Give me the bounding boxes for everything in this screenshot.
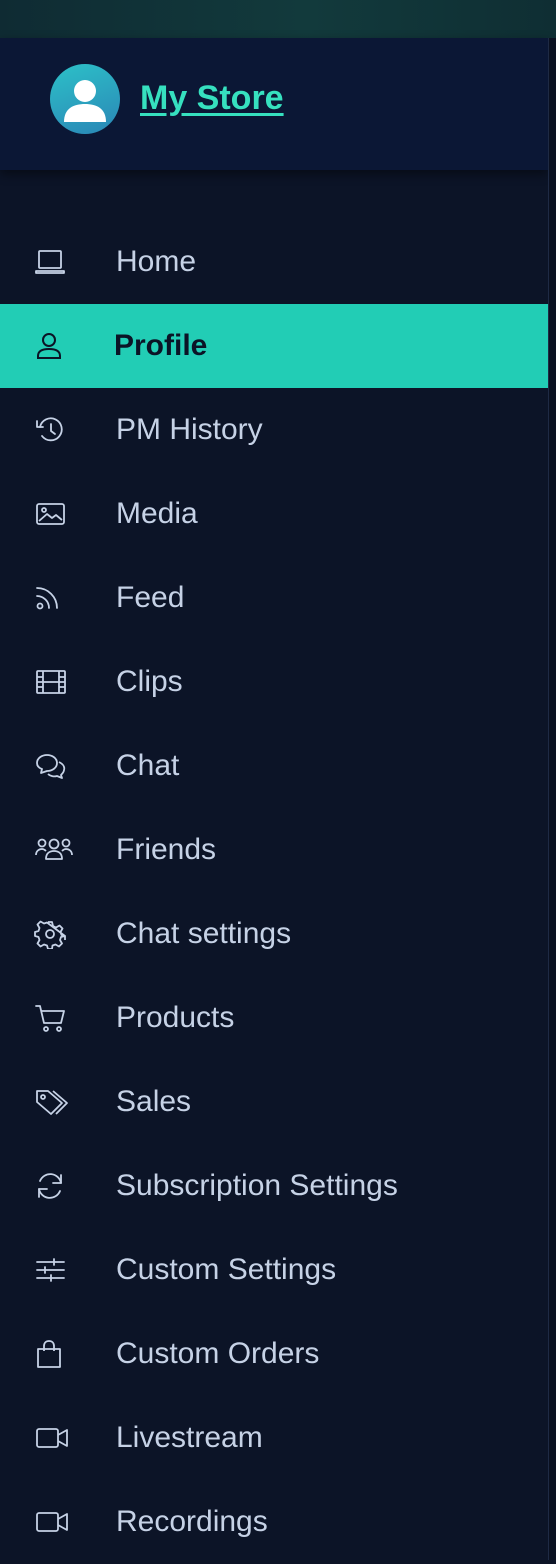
- sliders-icon: [34, 1255, 66, 1285]
- nav-item-custom-orders[interactable]: Custom Orders: [0, 1312, 548, 1396]
- users-icon: [34, 835, 73, 865]
- nav-item-friends[interactable]: Friends: [0, 808, 548, 892]
- nav-item-label: Chat settings: [116, 917, 292, 950]
- video-camera-icon: [34, 1507, 68, 1537]
- nav-item-subscription-settings[interactable]: Subscription Settings: [0, 1144, 548, 1228]
- video-camera-icon: [34, 1423, 68, 1453]
- nav-item-label: Friends: [116, 833, 217, 866]
- nav-item-clips[interactable]: Clips: [0, 640, 548, 724]
- history-icon: [34, 415, 66, 445]
- chat-bubbles-icon: [34, 751, 66, 781]
- nav-menu: Home Profile PM History Media Feed Clips…: [0, 220, 548, 1564]
- nav-item-home[interactable]: Home: [0, 220, 548, 304]
- nav-item-chat-settings[interactable]: Chat settings: [0, 892, 548, 976]
- nav-item-label: Custom Orders: [116, 1337, 320, 1370]
- nav-item-label: PM History: [116, 413, 263, 446]
- store-name-link[interactable]: My Store: [140, 78, 284, 118]
- avatar-user-icon: [64, 80, 106, 122]
- nav-item-label: Custom Settings: [116, 1253, 337, 1286]
- nav-item-label: Clips: [116, 665, 183, 698]
- nav-item-products[interactable]: Products: [0, 976, 548, 1060]
- shopping-bag-icon: [34, 1339, 66, 1369]
- nav-item-label: Products: [116, 1001, 235, 1034]
- film-icon: [34, 667, 66, 697]
- laptop-icon: [34, 247, 66, 277]
- nav-item-media[interactable]: Media: [0, 472, 548, 556]
- rss-icon: [34, 583, 66, 613]
- nav-item-label: Livestream: [116, 1421, 263, 1454]
- nav-item-recordings[interactable]: Recordings: [0, 1480, 548, 1564]
- nav-item-label: Recordings: [116, 1505, 268, 1538]
- sidebar: My Store Home Profile PM History Media F…: [0, 38, 548, 1560]
- nav-item-label: Profile: [114, 329, 208, 362]
- nav-item-livestream[interactable]: Livestream: [0, 1396, 548, 1480]
- nav-item-label: Sales: [116, 1085, 192, 1118]
- refresh-icon: [34, 1171, 66, 1201]
- nav-item-label: Home: [116, 245, 197, 278]
- scrollbar-track[interactable]: [548, 38, 556, 1560]
- gear-icon: [34, 919, 66, 949]
- nav-item-label: Feed: [116, 581, 185, 614]
- top-strip: [0, 0, 556, 38]
- nav-item-profile[interactable]: Profile: [0, 304, 548, 388]
- nav-item-chat[interactable]: Chat: [0, 724, 548, 808]
- cart-icon: [34, 1003, 66, 1033]
- tags-icon: [34, 1087, 68, 1117]
- nav-item-feed[interactable]: Feed: [0, 556, 548, 640]
- image-icon: [34, 499, 66, 529]
- nav-item-label: Subscription Settings: [116, 1169, 398, 1202]
- sidebar-header: My Store: [0, 38, 548, 170]
- nav-item-pm-history[interactable]: PM History: [0, 388, 548, 472]
- avatar[interactable]: [50, 64, 120, 134]
- nav-item-label: Chat: [116, 749, 180, 782]
- user-icon: [34, 331, 66, 361]
- nav-item-sales[interactable]: Sales: [0, 1060, 548, 1144]
- nav-item-label: Media: [116, 497, 198, 530]
- nav-item-custom-settings[interactable]: Custom Settings: [0, 1228, 548, 1312]
